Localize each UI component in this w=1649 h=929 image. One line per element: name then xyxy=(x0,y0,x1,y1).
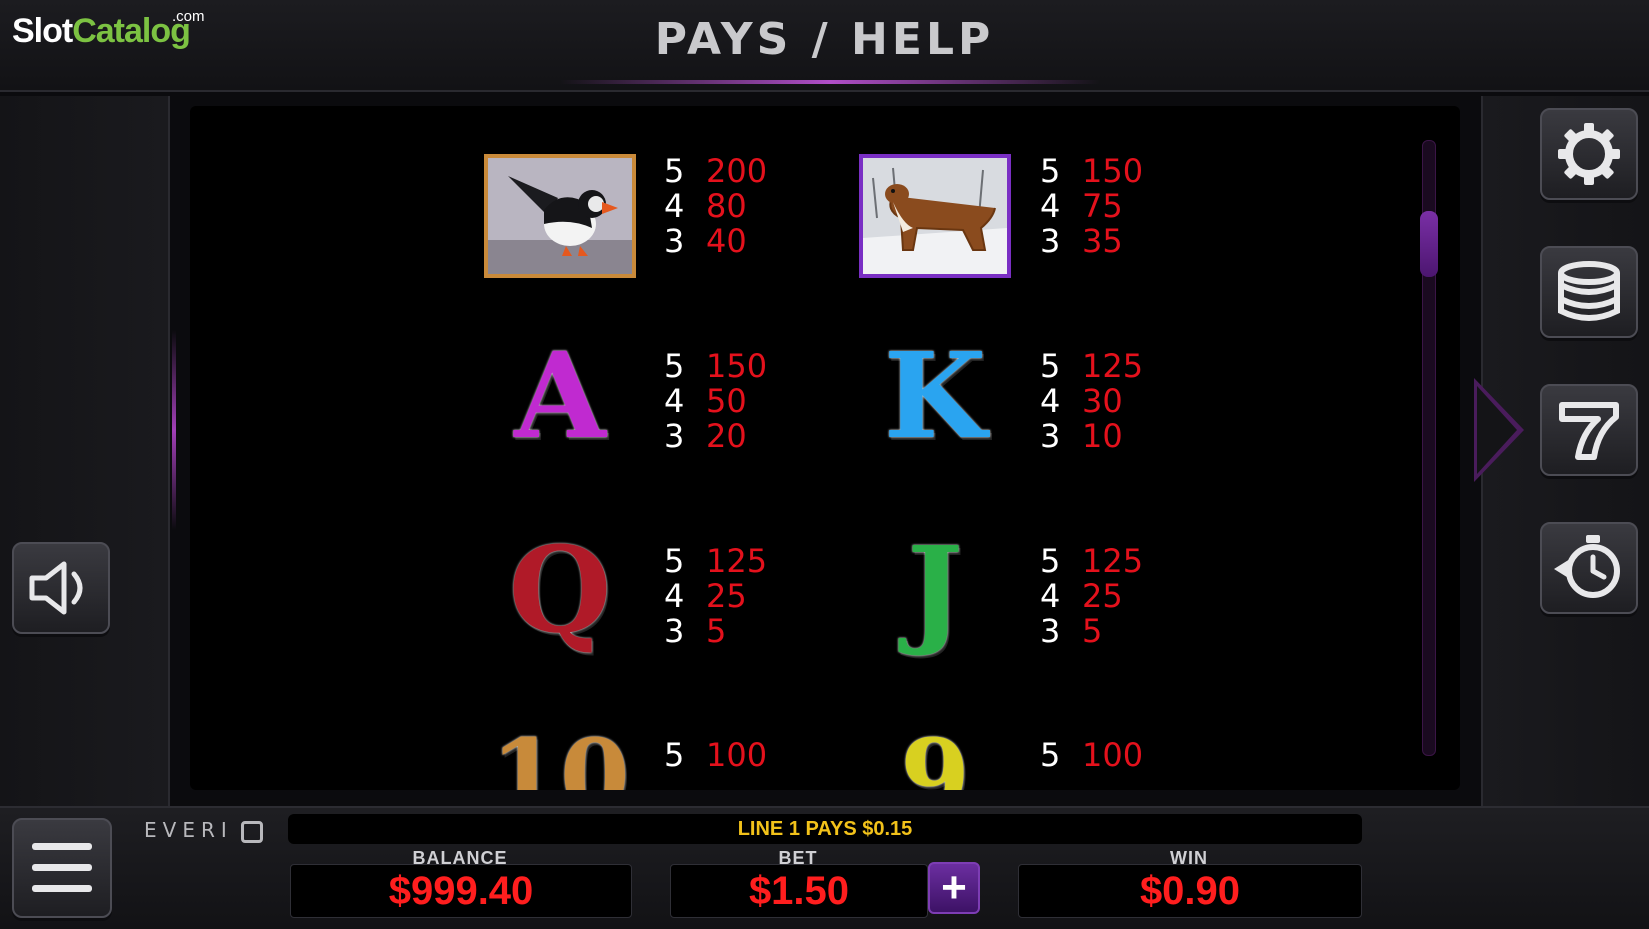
king-glyph: K xyxy=(883,326,987,465)
weasel-icon xyxy=(863,158,1007,274)
queen-pays: 5 125 4 25 35 xyxy=(664,544,767,649)
pay-row: 3 20 xyxy=(664,417,747,455)
scrollbar-thumb[interactable] xyxy=(1420,211,1438,277)
settings-button[interactable] xyxy=(1540,108,1638,200)
nine-glyph: 9 xyxy=(900,717,970,790)
pay-row: 5 200 xyxy=(664,152,768,190)
pay-row: 35 xyxy=(1040,612,1103,650)
pay-row: 35 xyxy=(664,612,727,650)
left-glow xyxy=(172,330,176,530)
paytable-scrollbar[interactable] xyxy=(1420,140,1438,756)
menu-button[interactable] xyxy=(12,818,112,918)
chevron-right-icon xyxy=(1474,378,1524,482)
pay-row: 5 150 xyxy=(1040,152,1144,190)
ace-symbol: A xyxy=(484,334,636,458)
pay-row: 4 75 xyxy=(1040,187,1123,225)
page-title: PAYS / HELP xyxy=(654,14,995,65)
nine-symbol: 9 xyxy=(859,726,1011,790)
puffin-icon xyxy=(488,158,632,274)
everi-mark-icon xyxy=(241,820,264,843)
ace-pays: 5 150 4 50 3 20 xyxy=(664,349,767,454)
pay-row: 3 35 xyxy=(1040,222,1123,260)
ten-glyph: 10 xyxy=(490,717,630,790)
pay-row: 4 30 xyxy=(1040,382,1123,420)
left-panel xyxy=(0,96,170,806)
king-pays: 5 125 4 30 3 10 xyxy=(1040,349,1143,454)
ten-symbol: 10 xyxy=(484,726,636,790)
header-bar: SlotCatalog .com PAYS / HELP xyxy=(0,0,1649,92)
pay-row: 3 40 xyxy=(664,222,747,260)
pay-row: 4 25 xyxy=(1040,577,1123,615)
win-message-bar: LINE 1 PAYS $0.15 xyxy=(288,814,1362,844)
weasel-symbol xyxy=(859,154,1011,278)
puffin-symbol xyxy=(484,154,636,278)
pay-row: 4 50 xyxy=(664,382,747,420)
pay-row: 4 80 xyxy=(664,187,747,225)
header-glow xyxy=(560,80,1100,84)
seven-icon xyxy=(1559,402,1619,460)
weasel-pays: 5 150 4 75 3 35 xyxy=(1040,154,1143,259)
balance-value: $999.40 xyxy=(290,864,632,918)
pay-row: 5 150 xyxy=(664,347,768,385)
pay-row: 5 125 xyxy=(1040,542,1144,580)
pay-row: 5 125 xyxy=(1040,347,1144,385)
bet-value: $1.50 xyxy=(670,864,928,918)
pay-row: 5 100 xyxy=(1040,736,1144,774)
settings-icon xyxy=(1558,123,1620,185)
jack-glyph: J xyxy=(907,520,963,659)
autoplay-timer-icon xyxy=(1554,535,1620,598)
paytable-button[interactable] xyxy=(1540,384,1638,476)
bet-coins-button[interactable] xyxy=(1540,246,1638,338)
everi-logo: EVERI xyxy=(144,818,264,843)
autoplay-button[interactable] xyxy=(1540,522,1638,614)
pay-row: 5 125 xyxy=(664,542,768,580)
jack-symbol: J xyxy=(859,528,1011,652)
jack-pays: 5 125 4 25 35 xyxy=(1040,544,1143,649)
bet-increase-button[interactable]: + xyxy=(928,862,980,914)
ace-glyph: A xyxy=(514,326,606,465)
win-value: $0.90 xyxy=(1018,864,1362,918)
queen-symbol: Q xyxy=(484,528,636,652)
pay-row: 5 100 xyxy=(664,736,768,774)
pay-row: 4 25 xyxy=(664,577,747,615)
pay-row: 3 10 xyxy=(1040,417,1123,455)
paytable-panel[interactable]: 5 200 4 80 3 40 5 150 4 75 3 35 A 5 150 4 50 3 20… xyxy=(190,106,1460,790)
queen-glyph: Q xyxy=(508,520,612,659)
speaker-icon xyxy=(29,561,83,615)
puffin-pays: 5 200 4 80 3 40 xyxy=(664,154,767,259)
nine-pays: 5 100 xyxy=(1040,738,1143,773)
king-symbol: K xyxy=(859,334,1011,458)
hamburger-menu-icon xyxy=(32,843,92,892)
sound-button[interactable] xyxy=(12,542,110,634)
coin-stack-icon xyxy=(1558,261,1620,321)
ten-pays: 5 100 xyxy=(664,738,767,773)
